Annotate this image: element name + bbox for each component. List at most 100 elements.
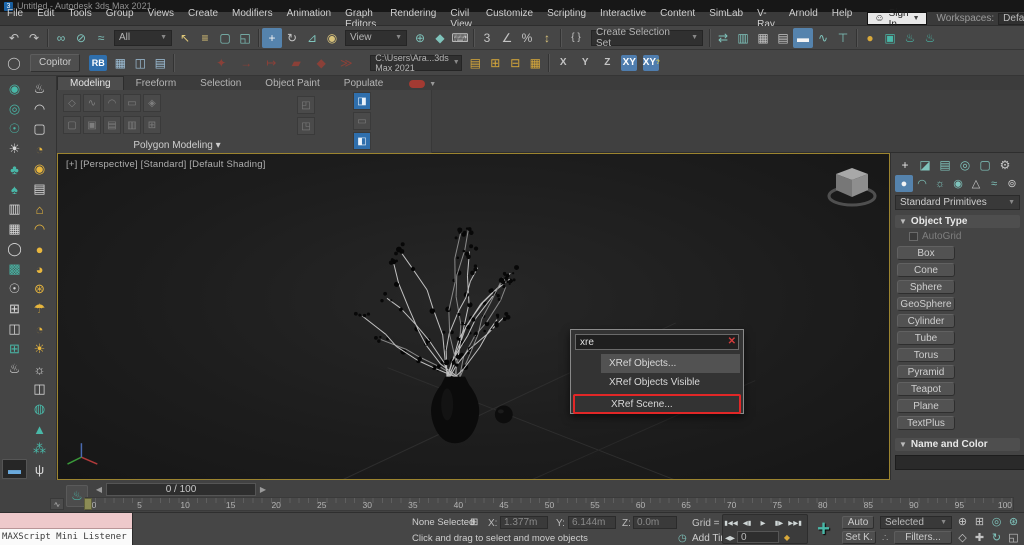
mountain-icon[interactable]: ▲ bbox=[27, 419, 52, 439]
go-to-start-button[interactable]: ▮◀◀ bbox=[723, 515, 739, 530]
help-circle-icon[interactable]: ◯ bbox=[4, 53, 24, 73]
polygon-modeling-label[interactable]: Polygon Modeling ▾ bbox=[77, 140, 277, 151]
civil-view-icon-6[interactable]: ≫ bbox=[336, 53, 356, 73]
shapes-icon[interactable]: ◠ bbox=[913, 175, 931, 192]
poly-tool-icon-7[interactable]: ▣ bbox=[83, 116, 101, 134]
select-and-rotate-icon[interactable]: ↻ bbox=[282, 28, 302, 48]
mirror-icon[interactable]: ⇄ bbox=[713, 28, 733, 48]
ring-icon[interactable]: ◯ bbox=[2, 239, 27, 259]
layers-icon[interactable]: ▩ bbox=[2, 259, 27, 279]
material-editor-icon[interactable]: ● bbox=[860, 28, 880, 48]
civil-view-icon-3[interactable]: ↦ bbox=[261, 53, 281, 73]
geometry-icon[interactable]: ● bbox=[895, 175, 913, 192]
bind-to-space-warp-icon[interactable]: ≈ bbox=[91, 28, 111, 48]
utilities-tab-icon[interactable]: ⚙ bbox=[995, 155, 1015, 174]
play-button[interactable]: ▶ bbox=[755, 515, 771, 530]
scene-explorer-icon[interactable]: ▦ bbox=[753, 28, 773, 48]
sparkle-icon[interactable]: ☼ bbox=[27, 359, 52, 379]
sun-icon[interactable]: ☀ bbox=[27, 339, 52, 359]
sphere-yellow-icon[interactable]: ● bbox=[27, 239, 52, 259]
clear-search-icon[interactable]: ✕ bbox=[728, 336, 736, 347]
civil-view-icon-4[interactable]: ▰ bbox=[286, 53, 306, 73]
selection-set-dropdown[interactable]: Selected▼ bbox=[880, 516, 952, 529]
ribbon-tab-object-paint[interactable]: Object Paint bbox=[253, 77, 331, 90]
lights-icon[interactable]: ☼ bbox=[931, 175, 949, 192]
object-name-field[interactable] bbox=[895, 455, 1024, 470]
poly-tool-icon-12[interactable]: ◳ bbox=[297, 117, 315, 135]
perspective-viewport[interactable]: [+] [Perspective] [Standard] [Default Sh… bbox=[57, 153, 890, 480]
object-type-button[interactable]: TextPlus bbox=[897, 416, 955, 430]
restrict-z-button[interactable]: Z bbox=[599, 55, 615, 71]
image-icon[interactable]: ▦ bbox=[2, 219, 27, 239]
monitor-icon[interactable]: ▢ bbox=[27, 119, 52, 139]
umbrella-icon[interactable]: ☂ bbox=[27, 299, 52, 319]
light-icon[interactable]: ☉ bbox=[2, 119, 27, 139]
rendered-frame-window-icon[interactable]: ♨ bbox=[900, 28, 920, 48]
sun-light-icon[interactable]: ☀ bbox=[2, 139, 27, 159]
object-type-button[interactable]: Plane bbox=[897, 399, 955, 413]
snaps-toggle-3d-icon[interactable]: 3 bbox=[477, 28, 497, 48]
search-input[interactable] bbox=[575, 334, 739, 350]
spacer[interactable] bbox=[2, 439, 27, 459]
result-xref-objects[interactable]: XRef Objects... bbox=[601, 354, 740, 373]
plus-tool-button[interactable]: + bbox=[810, 515, 837, 542]
current-frame-display[interactable]: 0 / 100 bbox=[106, 483, 256, 496]
helpers-icon[interactable]: △ bbox=[967, 175, 985, 192]
key-mode-toggle[interactable]: ◀▶ bbox=[723, 530, 737, 545]
object-type-button[interactable]: Teapot bbox=[897, 382, 955, 396]
y-coord-field[interactable]: 6.144m bbox=[568, 516, 616, 529]
select-by-name-icon[interactable]: ≡ bbox=[195, 28, 215, 48]
pan-icon[interactable]: ✚ bbox=[971, 529, 988, 545]
poly-tool-icon-9[interactable]: ▥ bbox=[123, 116, 141, 134]
next-frame-button[interactable]: ▮▶ bbox=[771, 515, 787, 530]
orbit-icon[interactable]: ↻ bbox=[988, 529, 1005, 545]
maximize-viewport-toggle-icon[interactable]: ◱ bbox=[1005, 529, 1022, 545]
restrict-y-button[interactable]: Y bbox=[577, 55, 593, 71]
object-type-button[interactable]: Cone bbox=[897, 263, 955, 277]
film-camera-icon[interactable]: ▤ bbox=[27, 179, 52, 199]
poly-tool-icon-2[interactable]: ∿ bbox=[83, 94, 101, 112]
book-icon[interactable]: ▥ bbox=[2, 199, 27, 219]
object-type-button[interactable]: Box bbox=[897, 246, 955, 260]
ribbon-toggle-icon[interactable]: ▬ bbox=[793, 28, 813, 48]
yellow-tool-icon-4[interactable]: ▦ bbox=[525, 53, 545, 73]
select-and-manipulate-icon[interactable]: ◆ bbox=[430, 28, 450, 48]
railclone-icon[interactable]: RB bbox=[89, 55, 107, 71]
edit-named-selection-sets-icon[interactable]: { } bbox=[564, 28, 588, 48]
sphere-icon[interactable]: ◍ bbox=[27, 399, 52, 419]
ribbon-tab-populate[interactable]: Populate bbox=[332, 77, 395, 90]
spacer[interactable] bbox=[2, 399, 27, 419]
dome-icon[interactable]: ◠ bbox=[27, 99, 52, 119]
field-of-view-icon[interactable]: ◇ bbox=[954, 529, 971, 545]
civil-view-icon-1[interactable]: ✦ bbox=[211, 53, 231, 73]
civil-view-icon-5[interactable]: ◆ bbox=[311, 53, 331, 73]
named-selection-set-dropdown[interactable]: Create Selection Set▼ bbox=[591, 30, 703, 46]
plugin-icon-2[interactable]: ◫ bbox=[130, 53, 150, 73]
z-coord-field[interactable]: 0.0m bbox=[633, 516, 677, 529]
select-and-link-icon[interactable]: ∞ bbox=[51, 28, 71, 48]
reference-coordinate-dropdown[interactable]: View▼ bbox=[345, 30, 407, 46]
selection-filter-dropdown[interactable]: All▼ bbox=[114, 30, 172, 46]
pumpkin-icon[interactable]: ◕ bbox=[27, 259, 52, 279]
object-type-button[interactable]: Sphere bbox=[897, 280, 955, 294]
name-and-color-rollout[interactable]: ▼ Name and Color bbox=[895, 438, 1020, 451]
copitor-button[interactable]: Copitor bbox=[30, 54, 80, 72]
poly-tool-icon-4[interactable]: ▭ bbox=[123, 94, 141, 112]
x-coord-field[interactable]: 1.377m bbox=[500, 516, 548, 529]
create-tab-icon[interactable]: + bbox=[895, 155, 915, 174]
maxscript-mini-listener[interactable]: MAXScript Mini Listener bbox=[0, 513, 133, 545]
previous-frame-button[interactable]: ◀▮ bbox=[739, 515, 755, 530]
lamp-icon[interactable]: ⌂ bbox=[27, 199, 52, 219]
angle-snap-toggle-icon[interactable]: ∠ bbox=[497, 28, 517, 48]
filters-button[interactable]: Filters... bbox=[894, 531, 952, 544]
viewcube[interactable] bbox=[825, 160, 879, 210]
unlink-selection-icon[interactable]: ⊘ bbox=[71, 28, 91, 48]
go-to-end-button[interactable]: ▶▶▮ bbox=[787, 515, 803, 530]
poly-tool-icon-6[interactable]: ▢ bbox=[63, 116, 81, 134]
yellow-tool-icon-3[interactable]: ⊟ bbox=[505, 53, 525, 73]
autogrid-checkbox[interactable]: AutoGrid bbox=[909, 231, 1020, 242]
camera-yellow-icon[interactable]: ◉ bbox=[27, 159, 52, 179]
yellow-tool-icon-1[interactable]: ▤ bbox=[465, 53, 485, 73]
auto-key-button[interactable]: Auto bbox=[842, 516, 874, 529]
absolute-mode-toggle-icon[interactable]: ⊞ bbox=[470, 517, 478, 528]
